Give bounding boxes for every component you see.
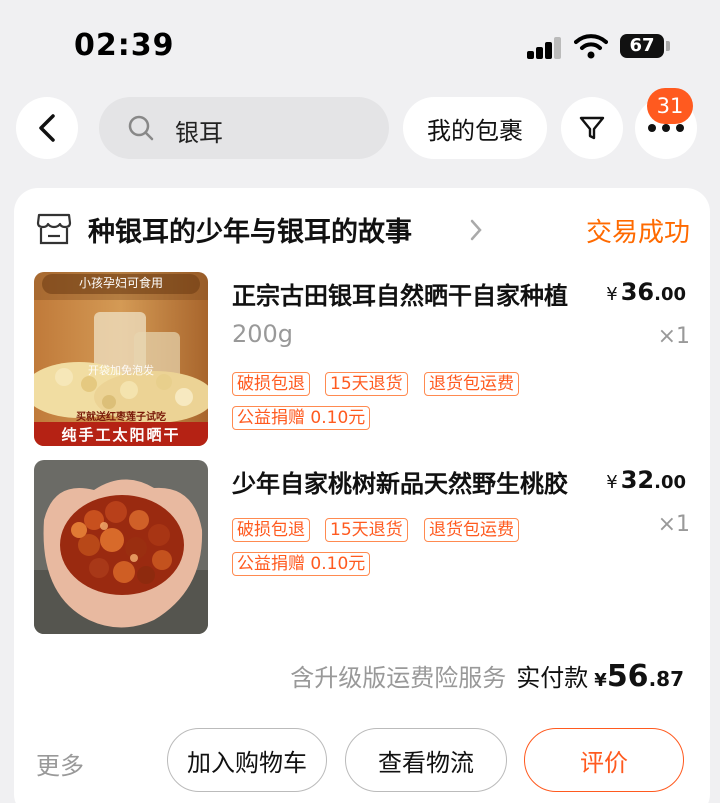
cellular-signal-icon — [527, 37, 563, 59]
shop-name: 种银耳的少年与银耳的故事 — [88, 217, 412, 248]
search-input[interactable]: 银耳 — [99, 97, 389, 159]
product-spec: 200g — [232, 320, 294, 348]
shop-header[interactable]: 种银耳的少年与银耳的故事 交易成功 — [36, 210, 696, 250]
filter-button[interactable] — [561, 97, 623, 159]
chevron-left-icon — [39, 114, 55, 142]
tag-return-shipping: 退货包运费 — [424, 518, 519, 542]
tag-charity: 公益捐赠 0.10元 — [232, 406, 371, 430]
tag-damage-refund: 破损包退 — [232, 372, 310, 396]
order-status: 交易成功 — [585, 218, 690, 248]
chevron-right-icon — [470, 219, 482, 241]
image-text-bottom: 纯手工太阳晒干 — [61, 426, 181, 444]
product-price: ¥36.00 — [606, 278, 686, 306]
notification-badge: 31 — [647, 88, 693, 124]
shipping-insurance-note: 含升级版运费险服务 — [290, 664, 507, 692]
battery-icon: 67 — [620, 34, 664, 58]
product-image-peach-gum[interactable] — [34, 460, 208, 634]
tag-damage-refund: 破损包退 — [232, 518, 310, 542]
filter-icon — [579, 116, 605, 140]
wifi-icon — [574, 34, 608, 59]
status-bar: 02:39 67 — [0, 0, 720, 95]
order-summary: 含升级版运费险服务 实付款 ¥56.87 — [290, 659, 684, 694]
product-quantity: ×1 — [657, 324, 690, 349]
search-icon — [128, 115, 154, 141]
search-query: 银耳 — [175, 119, 223, 147]
tag-15-day-return: 15天退货 — [325, 372, 408, 396]
tag-15-day-return: 15天退货 — [325, 518, 408, 542]
product-image-tremella[interactable]: 小孩孕妇可食用 开袋加免泡发 买就送红枣莲子试吃 纯手工太阳晒干 — [34, 272, 208, 446]
tag-return-shipping: 退货包运费 — [424, 372, 519, 396]
product-title: 少年自家桃树新品天然野生桃胶 — [232, 470, 568, 498]
add-to-cart-button[interactable]: 加入购物车 — [167, 728, 327, 792]
more-actions-link[interactable]: 更多 — [36, 746, 84, 781]
image-text-middle: 开袋加免泡发 — [88, 364, 154, 377]
store-icon — [36, 213, 72, 245]
paid-label: 实付款 — [516, 664, 589, 692]
my-packages-button[interactable]: 我的包裹 — [403, 97, 547, 159]
product-quantity: ×1 — [657, 512, 690, 537]
clock: 02:39 — [74, 28, 175, 63]
product-title: 正宗古田银耳自然晒干自家种植 — [232, 282, 568, 310]
paid-total: 56 — [606, 659, 649, 694]
product-price: ¥32.00 — [606, 466, 686, 494]
view-logistics-button[interactable]: 查看物流 — [345, 728, 507, 792]
image-text-top: 小孩孕妇可食用 — [78, 276, 163, 290]
image-text-gift: 买就送红枣莲子试吃 — [76, 412, 166, 423]
tag-charity: 公益捐赠 0.10元 — [232, 552, 371, 576]
review-button[interactable]: 评价 — [524, 728, 684, 792]
order-card: 种银耳的少年与银耳的故事 交易成功 小孩孕妇可食用 开袋加免泡发 买就送红枣莲子… — [14, 188, 710, 803]
back-button[interactable] — [16, 97, 78, 159]
battery-tip — [666, 41, 670, 51]
